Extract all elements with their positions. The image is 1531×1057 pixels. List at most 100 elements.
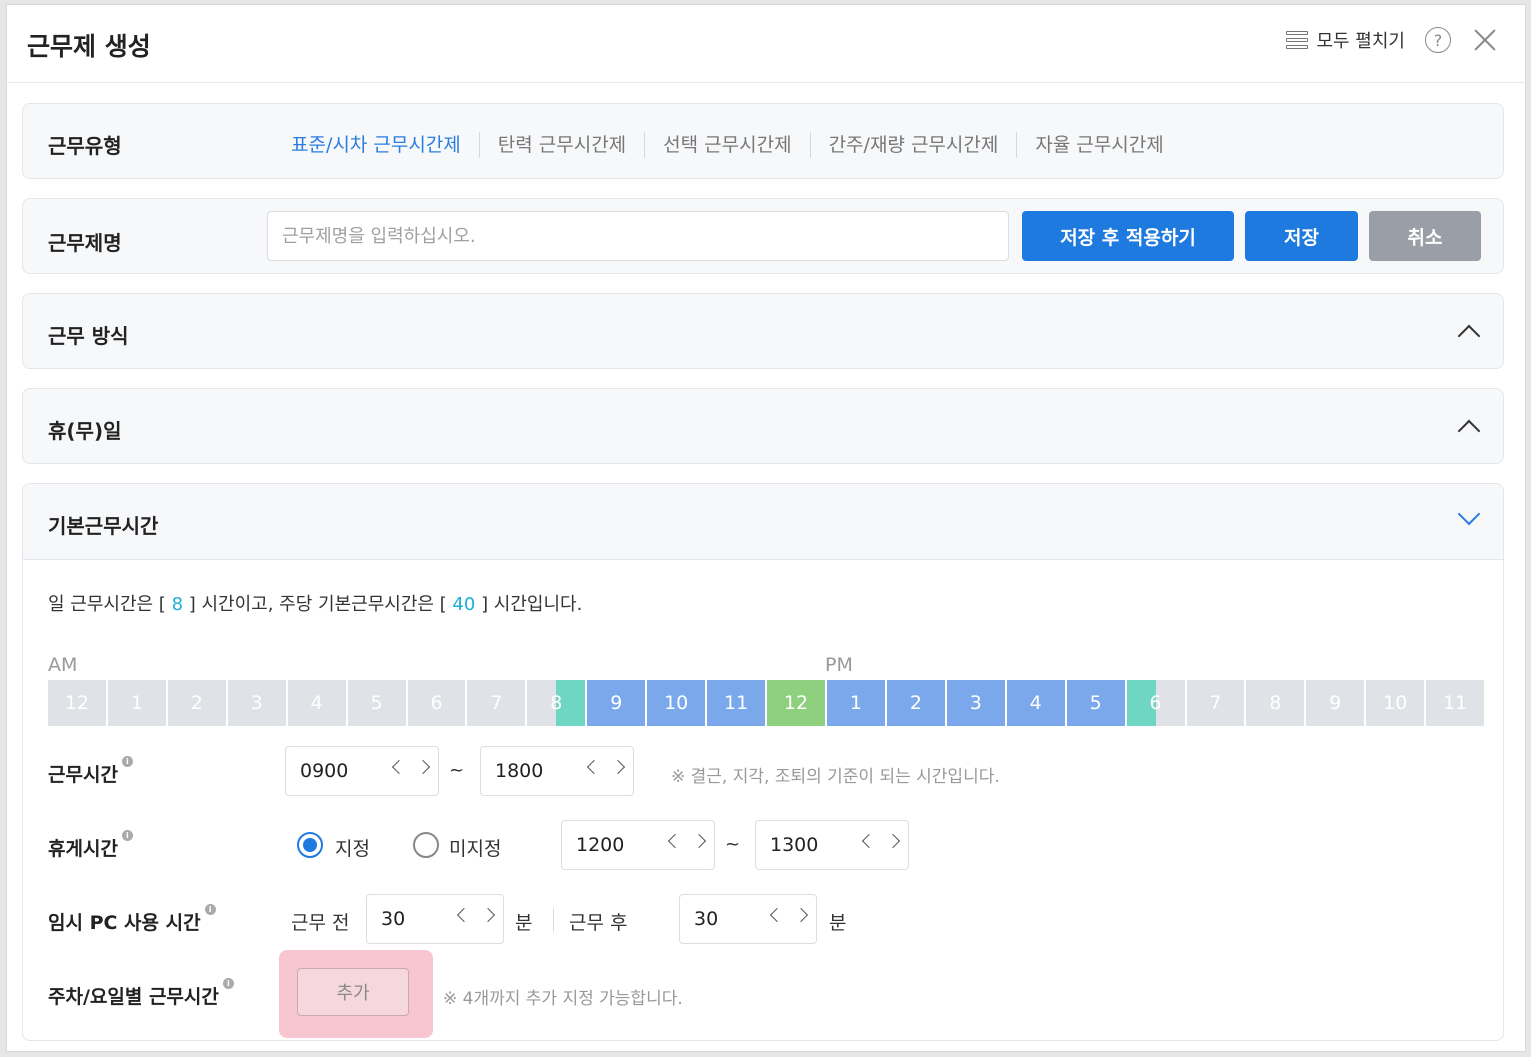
timeline-hour-cell: 9 [1306, 680, 1365, 726]
break-end-value: 1300 [770, 834, 819, 856]
after-work-value: 30 [694, 908, 719, 930]
chevron-up-icon[interactable] [1457, 324, 1481, 348]
info-icon[interactable]: i [121, 756, 133, 767]
work-start-stepper[interactable]: 0900 [285, 746, 439, 796]
timeline-hour-label: 12 [64, 692, 90, 714]
work-method-section[interactable]: 근무 방식 [22, 293, 1504, 369]
chevron-right-icon[interactable] [610, 759, 626, 775]
chevron-left-icon[interactable] [667, 833, 683, 849]
holiday-section[interactable]: 휴(무)일 [22, 388, 1504, 464]
timeline-hour-label: 1 [849, 692, 862, 714]
timeline-hour-label: 5 [370, 692, 383, 714]
break-time-label: 휴게시간 i [48, 830, 133, 861]
chevron-right-icon[interactable] [480, 907, 496, 923]
weekly-hours-note: ※ 4개까지 추가 지정 가능합니다. [443, 989, 683, 1009]
info-icon[interactable]: i [121, 830, 133, 841]
close-icon[interactable] [1473, 28, 1497, 52]
chevron-left-icon[interactable] [586, 759, 602, 775]
save-apply-button[interactable]: 저장 후 적용하기 [1022, 211, 1234, 261]
chevron-left-icon[interactable] [769, 907, 785, 923]
after-work-label: 근무 후 [569, 912, 628, 934]
work-name-input[interactable] [267, 211, 1009, 261]
range-tilde: ~ [725, 834, 741, 855]
tab-flexible[interactable]: 탄력 근무시간제 [480, 132, 646, 158]
chevron-left-icon[interactable] [861, 833, 877, 849]
timeline-hour-cell: 6 [407, 680, 466, 726]
timeline-hour-cell: 10 [647, 680, 706, 726]
chevron-up-icon[interactable] [1457, 419, 1481, 443]
weekly-hours-label: 주차/요일별 근무시간 i [48, 978, 234, 1009]
chevron-right-icon[interactable] [691, 833, 707, 849]
after-work-stepper[interactable]: 30 [679, 894, 817, 944]
timeline-hour-label: 12 [783, 692, 809, 714]
tab-autonomous[interactable]: 자율 근무시간제 [1017, 132, 1181, 158]
pm-label: PM [825, 654, 853, 676]
break-set-radio[interactable] [297, 832, 323, 858]
minute-unit: 분 [829, 912, 847, 934]
save-button[interactable]: 저장 [1245, 211, 1358, 261]
expand-all-label: 모두 펼치기 [1316, 31, 1405, 52]
chevron-right-icon[interactable] [793, 907, 809, 923]
timeline-hour-label: 5 [1089, 692, 1102, 714]
work-start-value: 0900 [300, 760, 349, 782]
chevron-left-icon[interactable] [391, 759, 407, 775]
help-icon[interactable]: ? [1425, 27, 1451, 53]
work-schedule-dialog: 근무제 생성 모두 펼치기 ? 근무유형 표준/시차 근무시간제 탄력 근무시간… [6, 4, 1526, 1052]
break-end-stepper[interactable]: 1300 [755, 820, 909, 870]
timeline-hour-cell: 12 [767, 680, 825, 726]
temp-pc-text: 임시 PC 사용 시간 [48, 912, 201, 934]
break-unset-radio[interactable] [413, 832, 439, 858]
timeline-hour-label: 3 [969, 692, 982, 714]
timeline-hour-label: 9 [610, 692, 623, 714]
timeline-hour-cell: 8 [1246, 680, 1305, 726]
break-time-text: 휴게시간 [48, 838, 118, 860]
basic-hours-header[interactable]: 기본근무시간 [23, 484, 1503, 560]
list-icon [1286, 31, 1309, 49]
timeline-hour-label: 8 [1269, 692, 1282, 714]
timeline-hour-cell: 8 [527, 680, 586, 726]
timeline-hour-label: 11 [724, 692, 749, 714]
work-end-stepper[interactable]: 1800 [480, 746, 634, 796]
break-unset-label[interactable]: 미지정 [449, 834, 501, 861]
tab-standard[interactable]: 표준/시차 근무시간제 [273, 132, 480, 158]
work-time-text: 근무시간 [48, 764, 118, 786]
weekly-hours-text: 주차/요일별 근무시간 [48, 986, 219, 1008]
chevron-left-icon[interactable] [456, 907, 472, 923]
timeline-hour-label: 4 [1029, 692, 1042, 714]
expand-all-button[interactable]: 모두 펼치기 [1286, 27, 1405, 53]
timeline-hour-label: 6 [430, 692, 443, 714]
header-actions: 모두 펼치기 ? [1286, 27, 1497, 53]
work-time-note: ※ 결근, 지각, 조퇴의 기준이 되는 시간입니다. [671, 767, 1000, 787]
break-set-label[interactable]: 지정 [335, 834, 370, 861]
add-button[interactable]: 추가 [297, 968, 409, 1016]
dialog-title: 근무제 생성 [27, 32, 151, 61]
timeline-hour-label: 11 [1443, 692, 1468, 714]
timeline-hour-label: 2 [190, 692, 203, 714]
chevron-right-icon[interactable] [885, 833, 901, 849]
timeline-hour-cell: 5 [347, 680, 406, 726]
timeline-hour-cell: 11 [707, 680, 766, 726]
summary-middle: ] 시간이고, 주당 기본근무시간은 [ [188, 594, 447, 615]
timeline-hour-label: 7 [1209, 692, 1222, 714]
break-start-stepper[interactable]: 1200 [561, 820, 715, 870]
timeline-hour-cell: 7 [1186, 680, 1245, 726]
info-icon[interactable]: i [204, 904, 216, 915]
chevron-right-icon[interactable] [415, 759, 431, 775]
info-icon[interactable]: i [222, 978, 234, 989]
timeline-hour-label: 3 [250, 692, 263, 714]
work-name-card: 근무제명 저장 후 적용하기 저장 취소 [22, 198, 1504, 274]
basic-hours-title: 기본근무시간 [48, 514, 159, 538]
before-work-stepper[interactable]: 30 [366, 894, 504, 944]
timeline-hour-label: 7 [490, 692, 503, 714]
work-method-title: 근무 방식 [48, 324, 129, 348]
cancel-button[interactable]: 취소 [1369, 211, 1481, 261]
timeline-hour-label: 1 [130, 692, 143, 714]
chevron-down-icon[interactable] [1457, 502, 1481, 526]
break-start-value: 1200 [576, 834, 625, 856]
dialog-header: 근무제 생성 모두 펼치기 ? [7, 5, 1525, 83]
holiday-title: 휴(무)일 [48, 419, 122, 443]
timeline-hour-label: 8 [550, 692, 563, 714]
work-type-tabs: 표준/시차 근무시간제 탄력 근무시간제 선택 근무시간제 간주/재량 근무시간… [273, 132, 1182, 158]
tab-deemed[interactable]: 간주/재량 근무시간제 [811, 132, 1018, 158]
tab-selective[interactable]: 선택 근무시간제 [645, 132, 811, 158]
